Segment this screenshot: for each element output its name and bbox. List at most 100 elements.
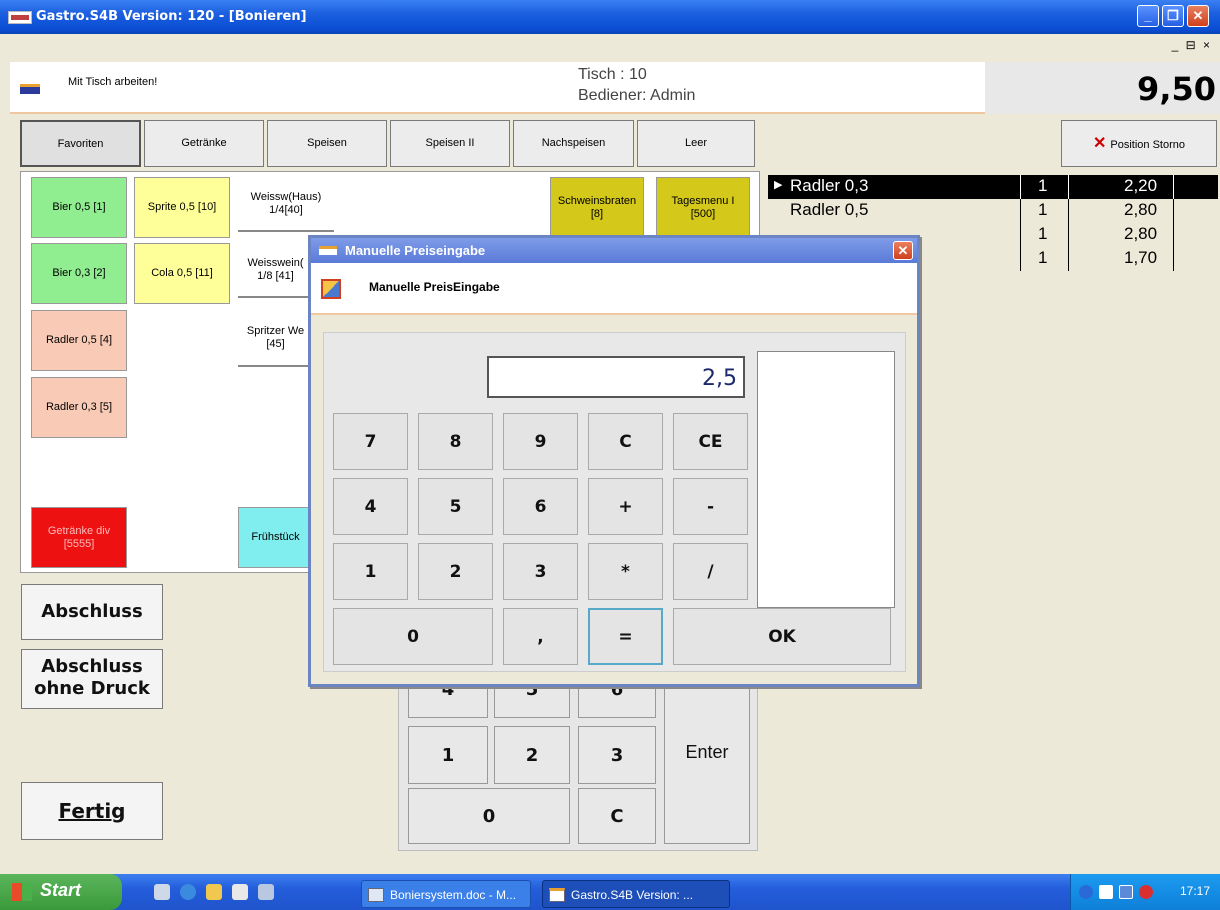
folder-icon[interactable]	[206, 884, 222, 900]
order-item-qty: 1	[1038, 224, 1048, 243]
article-button[interactable]: Sprite 0,5 [10]	[134, 177, 230, 238]
abschluss-ohne-druck-button[interactable]: Abschluss ohne Druck	[21, 649, 163, 709]
fertig-mnemonic: Fertig	[58, 799, 126, 823]
table-number: Tisch : 10	[578, 66, 647, 83]
taskbar-item-gastro[interactable]: Gastro.S4B Version: ...	[542, 880, 730, 908]
clock: 17:17	[1179, 884, 1210, 898]
security-icon[interactable]	[1139, 885, 1153, 899]
order-item-name: Radler 0,3	[790, 176, 869, 195]
order-row[interactable]: ▶ Radler 0,3 1 2,20	[768, 175, 1218, 199]
article-label: Frühstück	[251, 531, 300, 543]
tab-speisen[interactable]: Speisen	[267, 120, 387, 167]
dialog-key-clear[interactable]: C	[588, 413, 663, 470]
position-storno-button[interactable]: ✕ Position Storno	[1061, 120, 1217, 167]
minimize-button[interactable]: _	[1137, 5, 1159, 27]
article-button[interactable]: Radler 0,5 [4]	[31, 310, 127, 371]
article-button[interactable]: Cola 0,5 [11]	[134, 243, 230, 304]
numpad-key-3[interactable]: 3	[578, 726, 656, 784]
desktop-icon[interactable]	[154, 884, 170, 900]
order-item-price: 2,80	[1124, 224, 1158, 243]
numpad-key-c[interactable]: C	[578, 788, 656, 844]
article-button[interactable]: Getränke div [5555]	[31, 507, 127, 568]
dialog-key-9[interactable]: 9	[503, 413, 578, 470]
tab-speisen-ii[interactable]: Speisen II	[390, 120, 510, 167]
tab-favoriten[interactable]: Favoriten	[20, 120, 141, 167]
article-button[interactable]: Schweinsbraten [8]	[550, 177, 644, 238]
article-label: Bier 0,3 [2]	[52, 267, 106, 279]
numpad-enter-button[interactable]: Enter	[664, 660, 750, 844]
dialog-key-8[interactable]: 8	[418, 413, 493, 470]
dialog-header: Manuelle PreisEingabe	[311, 263, 917, 315]
word-doc-icon	[368, 888, 384, 902]
row-pointer-icon: ▶	[774, 179, 783, 191]
title-bar: Gastro.S4B Version: 120 - [Bonieren] _ ❐…	[0, 0, 1220, 34]
tray-expand-icon[interactable]	[1079, 885, 1093, 899]
dialog-key-7[interactable]: 7	[333, 413, 408, 470]
operator-name: Bediener: Admin	[578, 87, 696, 104]
article-button[interactable]: Bier 0,5 [1]	[31, 177, 127, 238]
mdi-controls[interactable]: _ ⊟ ×	[1172, 38, 1212, 52]
abschluss-button[interactable]: Abschluss	[21, 584, 163, 640]
total-amount: 9,50	[1137, 70, 1216, 108]
tab-leer[interactable]: Leer	[637, 120, 755, 167]
dialog-key-clear-entry[interactable]: CE	[673, 413, 748, 470]
article-button[interactable]: Frühstück	[238, 507, 313, 568]
dialog-key-2[interactable]: 2	[418, 543, 493, 600]
article-button[interactable]: Weissw(Haus) 1/4[40]	[238, 177, 334, 232]
dialog-key-divide[interactable]: /	[673, 543, 748, 600]
numpad-key-0[interactable]: 0	[408, 788, 570, 844]
app-shortcut-icon[interactable]	[232, 884, 248, 900]
network-icon[interactable]	[258, 884, 274, 900]
taskbar-item-word[interactable]: Boniersystem.doc - M...	[361, 880, 531, 908]
volume-icon[interactable]	[1099, 885, 1113, 899]
system-tray: 17:17	[1070, 874, 1220, 910]
article-label: Radler 0,3 [5]	[45, 401, 113, 413]
article-button[interactable]: Bier 0,3 [2]	[31, 243, 127, 304]
article-label: Schweinsbraten [8]	[557, 194, 637, 220]
app-icon	[8, 11, 32, 24]
article-label: Radler 0,5 [4]	[45, 334, 113, 346]
article-button[interactable]: Tagesmenu I [500]	[656, 177, 750, 238]
tab-getraenke[interactable]: Getränke	[144, 120, 264, 167]
numpad-key-1[interactable]: 1	[408, 726, 488, 784]
price-entry-icon	[321, 279, 341, 299]
internet-explorer-icon[interactable]	[180, 884, 196, 900]
dialog-key-5[interactable]: 5	[418, 478, 493, 535]
dialog-key-4[interactable]: 4	[333, 478, 408, 535]
dialog-key-1[interactable]: 1	[333, 543, 408, 600]
dialog-key-3[interactable]: 3	[503, 543, 578, 600]
price-list-box	[757, 351, 895, 608]
dialog-key-ok[interactable]: OK	[673, 608, 891, 665]
article-label: Tagesmenu I [500]	[671, 194, 735, 220]
dialog-key-minus[interactable]: -	[673, 478, 748, 535]
article-button[interactable]: Spritzer We [45]	[238, 310, 313, 367]
price-display[interactable]: 2,5	[487, 356, 745, 398]
order-item-name: Radler 0,5	[790, 200, 869, 219]
dialog-key-6[interactable]: 6	[503, 478, 578, 535]
logo-icon	[20, 84, 40, 94]
dialog-close-button[interactable]: ✕	[893, 241, 913, 260]
start-button[interactable]: Start	[0, 874, 122, 910]
article-button[interactable]: Weisswein( 1/8 [41]	[238, 243, 313, 298]
dialog-key-multiply[interactable]: *	[588, 543, 663, 600]
dialog-key-equals[interactable]: =	[588, 608, 663, 665]
dialog-key-0[interactable]: 0	[333, 608, 493, 665]
network-tray-icon[interactable]	[1119, 885, 1133, 899]
dialog-header-text: Manuelle PreisEingabe	[369, 280, 500, 294]
task-label: Gastro.S4B Version: ...	[571, 888, 694, 902]
maximize-button[interactable]: ❐	[1162, 5, 1184, 27]
close-button[interactable]: ✕	[1187, 5, 1209, 27]
windows-flag-icon	[12, 883, 32, 901]
fertig-button[interactable]: Fertig	[21, 782, 163, 840]
order-item-qty: 1	[1038, 200, 1048, 219]
numpad-key-2[interactable]: 2	[494, 726, 570, 784]
start-label: Start	[40, 880, 82, 900]
tab-nachspeisen[interactable]: Nachspeisen	[513, 120, 634, 167]
dialog-title: Manuelle Preiseingabe	[345, 243, 486, 258]
dialog-key-comma[interactable]: ,	[503, 608, 578, 665]
order-item-qty: 1	[1038, 248, 1048, 267]
article-button[interactable]: Radler 0,3 [5]	[31, 377, 127, 438]
price-entry-dialog: Manuelle Preiseingabe ✕ Manuelle PreisEi…	[308, 235, 920, 687]
dialog-key-plus[interactable]: +	[588, 478, 663, 535]
order-row[interactable]: Radler 0,5 1 2,80	[768, 199, 1218, 223]
